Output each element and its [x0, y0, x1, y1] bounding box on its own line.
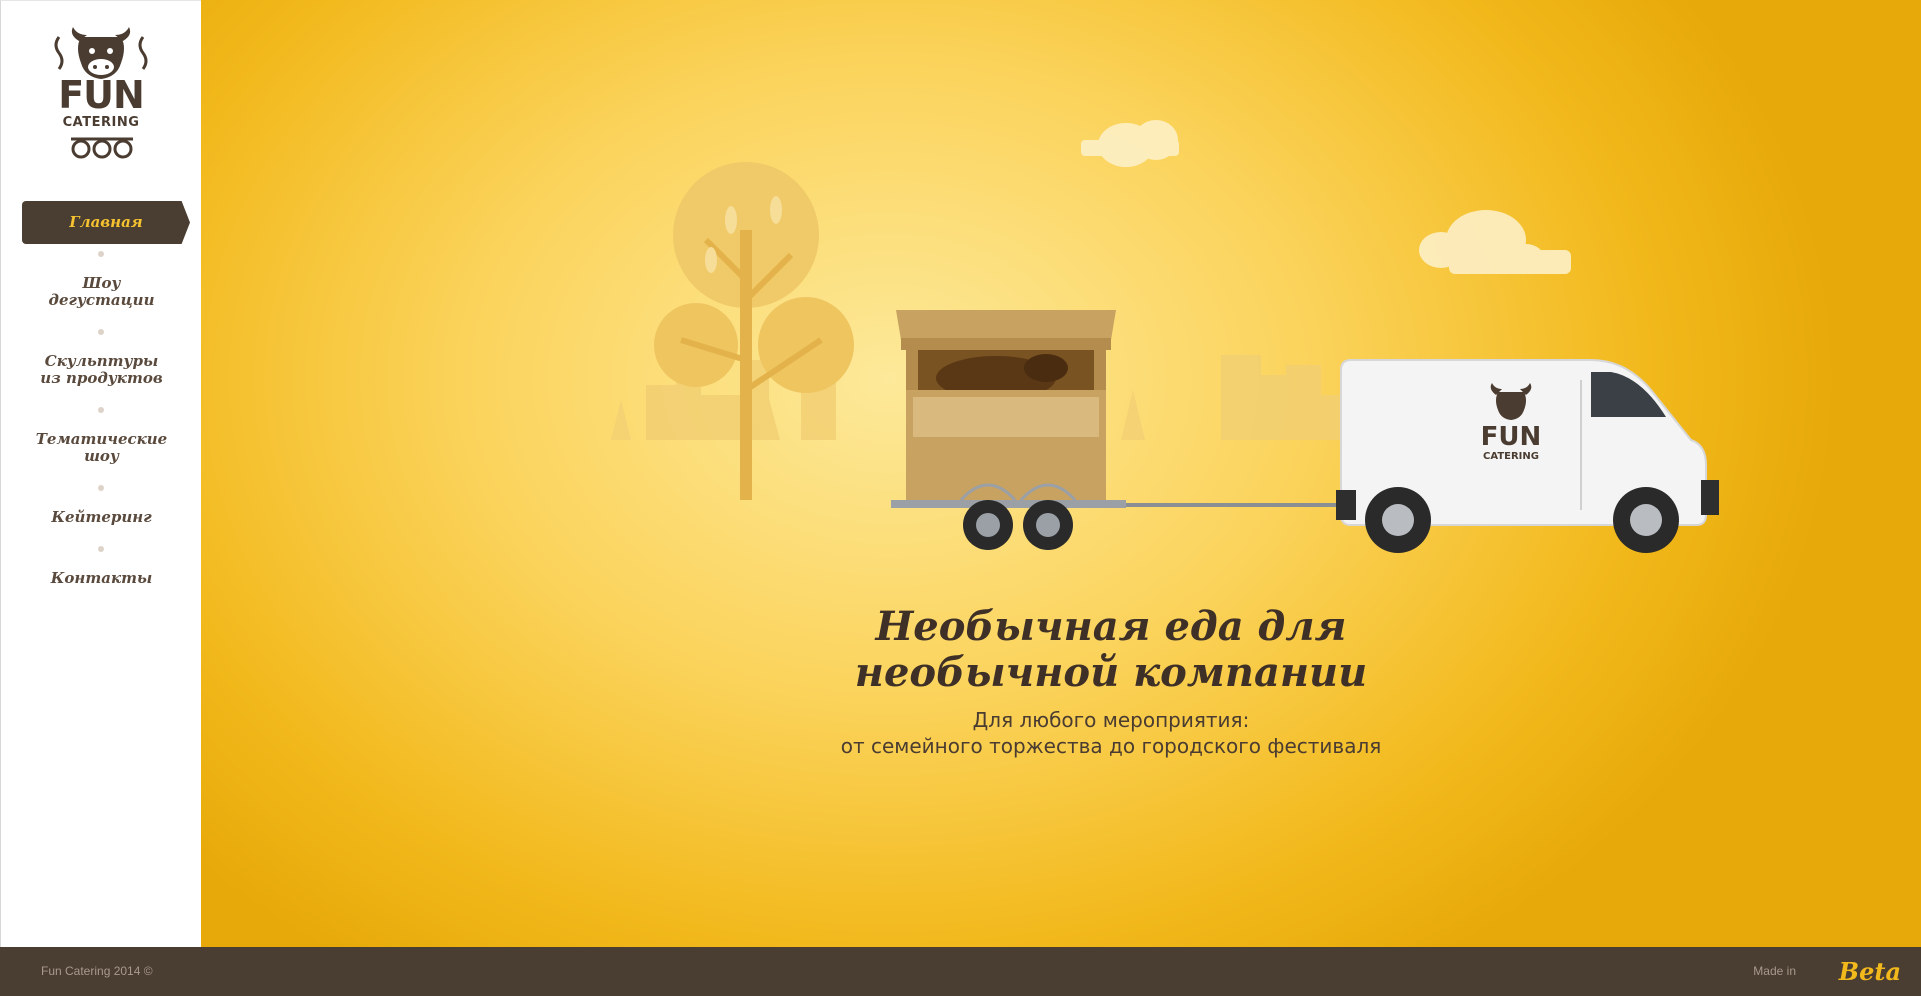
hero-illustration: FUN CATERING [611, 120, 1719, 553]
grill-wheels-icon [71, 137, 133, 159]
nav-separator [98, 546, 104, 552]
van-logo-catering-text: CATERING [1483, 451, 1539, 462]
van-logo-fun-text: FUN [1481, 422, 1542, 452]
nav-separator [98, 485, 104, 491]
hero-headline: Необычная еда для необычной компании [854, 603, 1368, 696]
hero-section: FUN CATERING Необычная еда для необычной… [201, 0, 1921, 947]
made-in-label: Made in [1753, 964, 1796, 978]
copyright-text: Fun Catering 2014 © [41, 964, 153, 978]
nav-item-catering[interactable]: Кейтеринг [1, 509, 202, 526]
logo-catering-text: CATERING [62, 115, 140, 130]
nav-item-contacts[interactable]: Контакты [1, 570, 202, 587]
nav-separator [98, 251, 104, 257]
tree-illustration [654, 162, 854, 500]
hero-subline-line-2: от семейного торжества до городского фес… [840, 734, 1382, 758]
nav-item-themed-shows[interactable]: Тематические шоу [1, 431, 202, 465]
nav-separator [98, 329, 104, 335]
nav-separator [98, 407, 104, 413]
cloud-icon [1419, 210, 1571, 274]
nav-item-food-sculptures[interactable]: Скульптуры из продуктов [1, 353, 202, 387]
hero-subline-line-1: Для любого мероприятия: [972, 708, 1250, 732]
cloud-icon [1081, 120, 1179, 167]
hero-subline: Для любого мероприятия: от семейного тор… [761, 707, 1461, 759]
nav-item-home[interactable]: Главная [22, 201, 190, 244]
beta-agency-link[interactable]: Beta [1839, 957, 1901, 986]
logo-fun-text: FUN [58, 73, 145, 117]
fun-catering-logo[interactable]: FUN CATERING [45, 27, 157, 161]
sidebar: FUN CATERING Главная Шоу дегустации Скул… [0, 0, 201, 947]
footer: Fun Catering 2014 © Made in Beta [0, 947, 1921, 996]
nav-item-tasting-show[interactable]: Шоу дегустации [1, 275, 202, 309]
